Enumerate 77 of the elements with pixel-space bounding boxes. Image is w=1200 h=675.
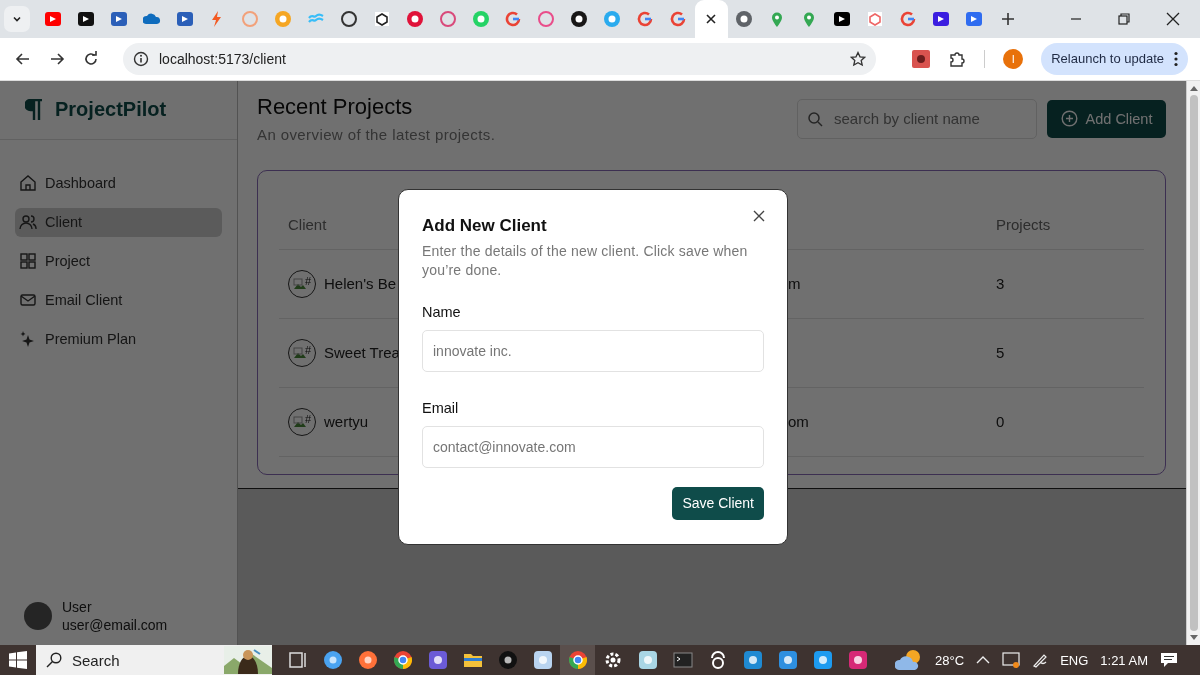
- scroll-down-icon[interactable]: [1189, 635, 1198, 641]
- column-header: Projects: [996, 216, 1052, 234]
- circle-icon: [274, 10, 293, 28]
- plus-circle-icon: [1060, 110, 1078, 128]
- column-header: Client: [288, 216, 327, 234]
- play-icon: [43, 10, 62, 28]
- user-email: user@email.com: [62, 617, 168, 633]
- pilcrow-logo-icon: [25, 98, 43, 121]
- chrome-icon: [392, 650, 413, 670]
- g-logo-icon: [899, 10, 918, 28]
- users-icon: [19, 213, 37, 232]
- nav-item[interactable]: Email Client: [15, 285, 222, 315]
- terminal-icon: [672, 650, 693, 670]
- nav-item[interactable]: Project: [15, 246, 222, 276]
- dialog-description: Enter the details of the new client. Click save when you’re done.: [422, 241, 749, 280]
- input-field[interactable]: innovate inc.: [422, 329, 764, 372]
- project-count: 3: [996, 275, 1006, 293]
- chevron-up-icon[interactable]: [976, 655, 991, 665]
- nav-item[interactable]: Premium Plan: [15, 324, 222, 354]
- grid-icon: [19, 252, 37, 271]
- more-icon[interactable]: [1174, 50, 1178, 67]
- close-icon[interactable]: [753, 209, 765, 222]
- close-icon[interactable]: [1166, 12, 1180, 26]
- field-label: Name: [422, 303, 462, 320]
- extension-icon[interactable]: [912, 49, 931, 68]
- puzzle-icon[interactable]: [948, 49, 967, 68]
- client-name: wertyu: [324, 413, 369, 431]
- search-icon: [46, 652, 62, 668]
- restore-icon[interactable]: [1118, 13, 1130, 25]
- close-icon[interactable]: [704, 13, 717, 25]
- language-indicator[interactable]: ENG: [1060, 652, 1089, 668]
- home-icon: [19, 174, 37, 193]
- display-icon[interactable]: [1002, 652, 1021, 668]
- nav-item[interactable]: Client: [15, 207, 222, 237]
- dialog-title: Add New Client: [422, 215, 548, 236]
- address-bar[interactable]: localhost:5173/client: [123, 42, 877, 75]
- scroll-up-icon[interactable]: [1189, 84, 1198, 91]
- field-label: Email: [422, 399, 460, 416]
- taskbar-search-field[interactable]: Search: [36, 645, 272, 675]
- cube-icon: [372, 10, 391, 28]
- forward-icon[interactable]: [49, 50, 65, 67]
- search-field[interactable]: search by client name: [797, 98, 1037, 139]
- client-email: m: [788, 275, 801, 293]
- save-client-button[interactable]: Save Client: [672, 486, 764, 520]
- windows-start-icon[interactable]: [9, 651, 27, 669]
- add-client-button[interactable]: Add Client: [1047, 99, 1166, 138]
- chrome-icon: [567, 650, 588, 670]
- project-count: 5: [996, 344, 1006, 362]
- bookmark-star-icon[interactable]: [850, 50, 867, 67]
- g-logo-icon: [668, 10, 687, 28]
- project-count: 0: [996, 413, 1006, 431]
- clock[interactable]: 1:21 AM: [1100, 652, 1148, 668]
- pen-icon[interactable]: [1032, 652, 1049, 668]
- relaunch-button[interactable]: Relaunch to update: [1041, 42, 1188, 75]
- scrollbar[interactable]: [1186, 80, 1200, 645]
- input-field[interactable]: contact@innovate.com: [422, 425, 764, 468]
- brand-name: ProjectPilot: [55, 98, 167, 122]
- page-title: Recent Projects: [257, 93, 414, 120]
- new-tab-icon[interactable]: [1000, 12, 1015, 26]
- nav-item[interactable]: Dashboard: [15, 168, 222, 198]
- task-view-icon: [287, 650, 308, 670]
- profile-avatar[interactable]: I: [1003, 48, 1024, 69]
- reload-icon[interactable]: [83, 50, 99, 67]
- client-email: om: [788, 413, 809, 431]
- temperature: 28°C: [935, 652, 965, 668]
- client-name: Helen's Be: [324, 275, 397, 293]
- user-avatar: [24, 602, 52, 630]
- page-subtitle: An overview of the latest projects.: [257, 125, 497, 143]
- g-logo-icon: [504, 10, 523, 28]
- info-icon[interactable]: [133, 50, 149, 67]
- search-icon: [807, 110, 823, 127]
- user-name: User: [62, 599, 93, 615]
- notification-icon[interactable]: [1160, 652, 1178, 668]
- url-text: localhost:5173/client: [159, 50, 286, 67]
- taskbar-app[interactable]: [560, 645, 595, 675]
- back-icon[interactable]: [15, 50, 31, 67]
- g-logo-icon: [635, 10, 654, 28]
